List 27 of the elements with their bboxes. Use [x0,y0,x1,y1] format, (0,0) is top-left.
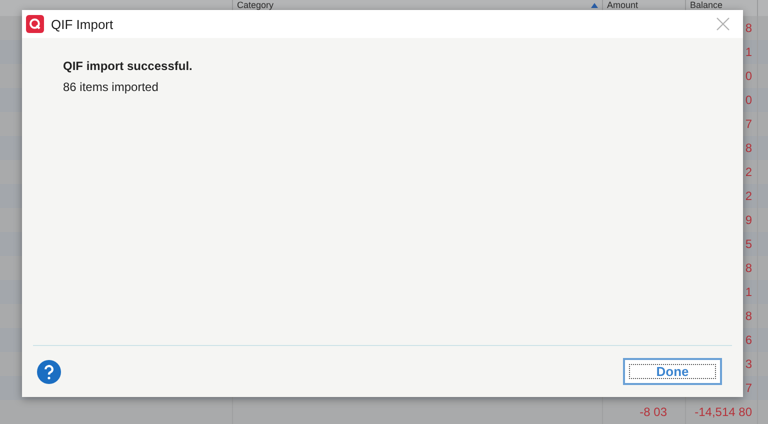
table-cell: 6 [745,333,752,347]
table-cell: 8 [745,261,752,275]
table-cell: 7 [745,381,752,395]
done-button[interactable]: Done [623,358,722,385]
window-title: QIF Import [51,16,114,32]
status-heading: QIF import successful. [63,59,192,73]
table-cell: 0 [745,93,752,107]
app-logo-icon [26,15,44,33]
column-header[interactable]: Amount [607,0,638,10]
table-cell: 5 [745,237,752,251]
table-cell: -8 03 [640,405,667,419]
table-cell: 1 [745,45,752,59]
table-cell: -14,514 80 [694,405,752,419]
table-cell: 2 [745,189,752,203]
help-icon[interactable] [37,360,61,384]
table-cell: 7 [745,117,752,131]
table-cell: 8 [745,141,752,155]
table-cell: 9 [745,213,752,227]
column-header[interactable]: Balance [690,0,723,10]
table-cell: 8 [745,309,752,323]
table-cell: 1 [745,285,752,299]
status-message: 86 items imported [63,80,158,94]
table-cell: 3 [745,357,752,371]
column-header[interactable]: Category [237,0,274,10]
table-cell: 8 [745,21,752,35]
table-cell: 2 [745,165,752,179]
table-cell: 0 [745,69,752,83]
